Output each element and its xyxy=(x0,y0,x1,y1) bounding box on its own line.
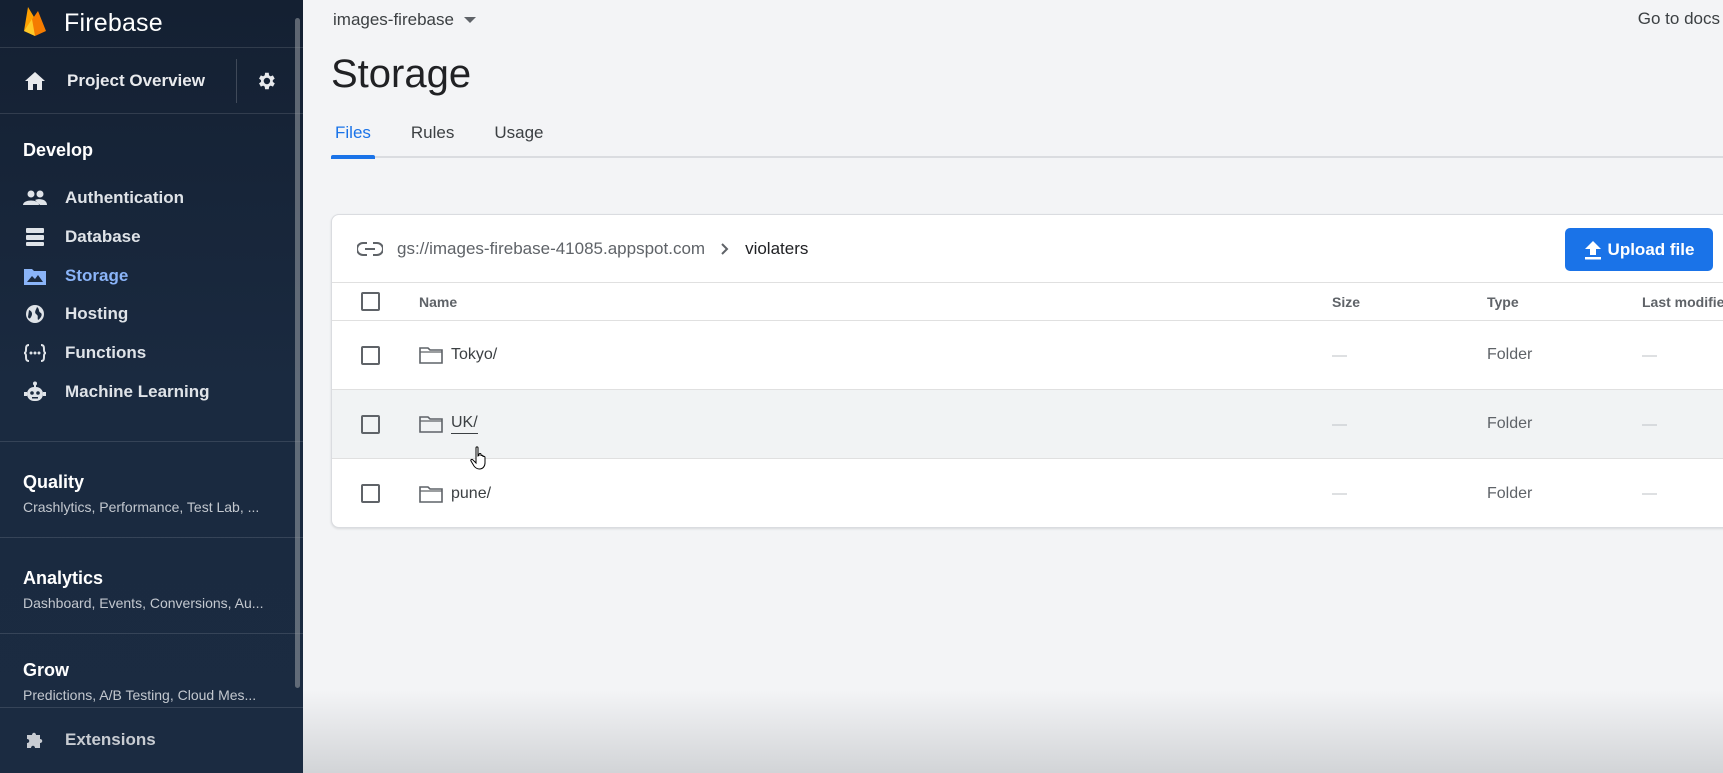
row-checkbox[interactable] xyxy=(361,345,380,365)
people-icon xyxy=(22,187,48,209)
table-row[interactable]: pune/ — Folder — xyxy=(332,459,1723,527)
sidebar: Firebase Project Overview Develop Authen… xyxy=(0,0,303,773)
settings-gear-icon[interactable] xyxy=(253,68,279,94)
sidebar-item-label: Functions xyxy=(65,343,147,363)
analytics-section[interactable]: Analytics Dashboard, Events, Conversions… xyxy=(0,538,303,634)
size-cell: — xyxy=(1332,415,1347,433)
sidebar-item-authentication[interactable]: Authentication xyxy=(0,179,303,218)
analytics-title: Analytics xyxy=(23,568,104,588)
folder-icon xyxy=(419,414,443,434)
project-name: images-firebase xyxy=(333,10,454,29)
type-cell: Folder xyxy=(1487,484,1533,502)
tab-bar: Files Rules Usage xyxy=(331,118,1723,159)
sidebar-item-label: Machine Learning xyxy=(65,381,210,401)
hand-cursor-icon xyxy=(470,446,486,470)
table-row[interactable]: UK/ — Folder — xyxy=(332,390,1723,459)
file-name-cell[interactable]: pune/ xyxy=(419,484,491,504)
type-cell: Folder xyxy=(1487,346,1533,363)
main-content: images-firebase Go to docs Storage Files… xyxy=(303,0,1723,773)
tab-rules[interactable]: Rules xyxy=(407,118,458,156)
develop-section: Develop Authentication Database Storage xyxy=(0,114,303,442)
sidebar-item-label: Hosting xyxy=(65,304,129,324)
functions-icon xyxy=(22,342,48,364)
select-all-checkbox[interactable] xyxy=(361,292,380,311)
sidebar-item-label: Database xyxy=(65,227,141,247)
file-name: pune/ xyxy=(451,484,492,502)
file-name: Tokyo/ xyxy=(451,346,498,363)
sidebar-item-database[interactable]: Database xyxy=(0,218,303,257)
sidebar-item-label: Authentication xyxy=(65,188,184,208)
file-name-cell[interactable]: Tokyo/ xyxy=(419,345,497,365)
row-checkbox[interactable] xyxy=(361,484,380,503)
row-checkbox[interactable] xyxy=(361,414,380,434)
puzzle-icon xyxy=(22,729,48,751)
quality-subtitle: Crashlytics, Performance, Test Lab, ... xyxy=(23,499,260,515)
project-overview-link[interactable]: Project Overview xyxy=(0,48,236,113)
upload-icon xyxy=(1584,239,1604,261)
home-icon xyxy=(25,71,45,90)
sidebar-item-label: Storage xyxy=(65,265,129,285)
database-icon xyxy=(22,226,48,248)
page-title: Storage xyxy=(331,52,472,96)
link-icon[interactable] xyxy=(357,236,383,262)
column-name[interactable]: Name xyxy=(419,294,457,310)
breadcrumb-bucket[interactable]: gs://images-firebase-41085.appspot.com xyxy=(397,239,705,259)
brand-name: Firebase xyxy=(64,9,163,37)
sidebar-item-machine-learning[interactable]: Machine Learning xyxy=(0,372,303,411)
folder-icon xyxy=(419,484,443,504)
robot-icon xyxy=(22,381,48,403)
file-name: UK/ xyxy=(451,414,478,434)
storage-icon xyxy=(22,265,48,287)
modified-cell: — xyxy=(1642,415,1657,433)
modified-cell: — xyxy=(1642,485,1657,502)
breadcrumb-folder: violaters xyxy=(745,238,809,258)
develop-nav: Authentication Database Storage Hosting xyxy=(0,179,303,411)
project-overview-label: Project Overview xyxy=(67,70,205,90)
chevron-right-icon xyxy=(721,242,733,256)
grow-section[interactable]: Grow Predictions, A/B Testing, Cloud Mes… xyxy=(0,634,303,708)
modified-cell: — xyxy=(1642,346,1657,364)
sidebar-item-hosting[interactable]: Hosting xyxy=(0,295,303,334)
divider xyxy=(236,58,237,103)
go-to-docs-link[interactable]: Go to docs xyxy=(1638,9,1720,29)
develop-title[interactable]: Develop xyxy=(0,140,303,161)
file-name-cell[interactable]: UK/ xyxy=(419,414,478,434)
extensions-label: Extensions xyxy=(65,730,156,749)
file-browser-header: gs://images-firebase-41085.appspot.com v… xyxy=(332,215,1723,283)
upload-file-button[interactable]: Upload file xyxy=(1565,228,1713,271)
grow-title: Grow xyxy=(23,660,70,680)
column-size[interactable]: Size xyxy=(1332,294,1360,310)
file-browser: gs://images-firebase-41085.appspot.com v… xyxy=(331,214,1723,528)
quality-section[interactable]: Quality Crashlytics, Performance, Test L… xyxy=(0,442,303,538)
size-cell: — xyxy=(1332,346,1347,364)
table-header: Name Size Type Last modified xyxy=(332,283,1723,321)
globe-icon xyxy=(22,303,48,325)
bottom-fade xyxy=(303,690,1723,773)
tab-files[interactable]: Files xyxy=(331,118,375,159)
firebase-logo-icon xyxy=(24,6,46,36)
upload-file-label: Upload file xyxy=(1607,239,1695,259)
sidebar-item-functions[interactable]: Functions xyxy=(0,334,303,373)
table-row[interactable]: Tokyo/ — Folder — xyxy=(332,321,1723,390)
sidebar-item-storage[interactable]: Storage xyxy=(0,256,303,295)
sidebar-item-extensions[interactable]: Extensions xyxy=(0,708,303,772)
project-selector[interactable]: images-firebase xyxy=(333,10,476,30)
firebase-brand[interactable]: Firebase xyxy=(0,0,303,48)
column-last-modified[interactable]: Last modified xyxy=(1642,294,1723,310)
project-overview-row: Project Overview xyxy=(0,48,303,114)
type-cell: Folder xyxy=(1487,415,1533,432)
quality-title: Quality xyxy=(23,472,85,492)
top-bar: images-firebase Go to docs xyxy=(303,0,1723,40)
tab-usage[interactable]: Usage xyxy=(490,118,547,156)
column-type[interactable]: Type xyxy=(1487,294,1519,310)
chevron-down-icon xyxy=(463,17,476,23)
analytics-subtitle: Dashboard, Events, Conversions, Au... xyxy=(23,595,264,611)
grow-subtitle: Predictions, A/B Testing, Cloud Mes... xyxy=(23,687,257,703)
folder-icon xyxy=(419,345,443,365)
size-cell: — xyxy=(1332,485,1347,502)
